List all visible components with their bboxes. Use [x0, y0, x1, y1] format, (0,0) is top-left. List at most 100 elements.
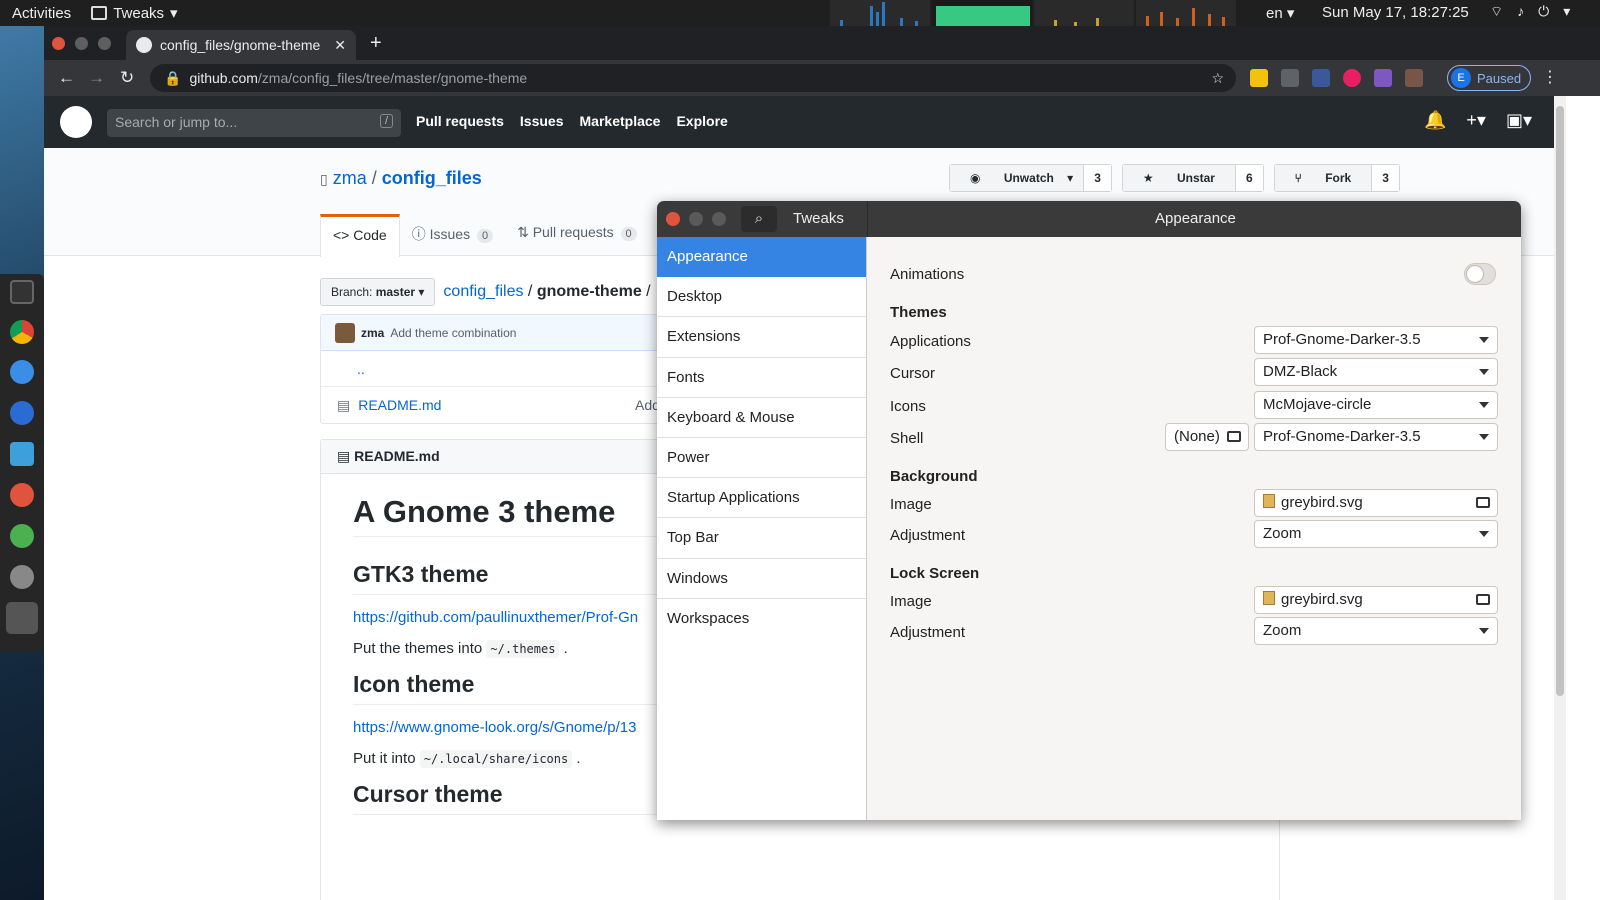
activities-button[interactable]: Activities — [0, 5, 83, 22]
sidebar-item-windows[interactable]: Windows — [657, 559, 866, 599]
close-window-button[interactable] — [52, 37, 65, 50]
close-window-button[interactable] — [666, 212, 680, 226]
tab-code[interactable]: <> Code — [320, 214, 400, 257]
repo-owner-link[interactable]: zma — [333, 168, 367, 188]
appearance-panel: Animations Themes Applications Prof-Gnom… — [868, 237, 1521, 820]
applications-theme-select[interactable]: Prof-Gnome-Darker-3.5 — [1254, 326, 1498, 354]
branch-selector[interactable]: Branch: master ▾ — [320, 278, 436, 306]
applications-label: Applications — [890, 333, 971, 350]
tab-pull-requests[interactable]: ⇅ Pull requests 0 — [505, 214, 649, 257]
user-avatar-menu[interactable]: ▣▾ — [1506, 110, 1532, 131]
address-bar[interactable]: 🔒 github.com/zma/config_files/tree/maste… — [150, 64, 1236, 92]
new-tab-button[interactable]: + — [370, 32, 382, 55]
repo-title-separator: / — [371, 168, 377, 188]
background-adjustment-select[interactable]: Zoom — [1254, 520, 1498, 548]
extension-chart-icon[interactable] — [1374, 69, 1392, 87]
shell-file-chooser[interactable]: (None) — [1165, 423, 1249, 451]
sidebar-item-appearance[interactable]: Appearance — [657, 237, 866, 278]
url-host: github.com — [189, 70, 258, 86]
search-input[interactable]: Search or jump to... / — [107, 109, 401, 137]
shell-theme-select[interactable]: Prof-Gnome-Darker-3.5 — [1254, 423, 1498, 451]
file-link[interactable]: README.md — [358, 397, 441, 413]
breadcrumb-root-link[interactable]: config_files — [443, 283, 523, 300]
notification-bell-icon[interactable]: 🔔 — [1424, 110, 1446, 131]
extension-color-icon[interactable] — [1343, 69, 1361, 87]
profile-button[interactable]: E Paused — [1447, 65, 1531, 91]
chrome-icon[interactable] — [10, 320, 34, 344]
fork-count[interactable]: 3 — [1371, 165, 1399, 191]
browser-tab[interactable]: config_files/gnome-theme ✕ — [126, 30, 356, 60]
commit-message[interactable]: Add theme combination — [390, 326, 516, 340]
icon-path-code: ~/.local/share/icons — [419, 750, 573, 768]
extension-css-icon[interactable] — [1312, 69, 1330, 87]
branch-name: master — [375, 285, 416, 299]
star-button[interactable]: ★ Unstar 6 — [1121, 164, 1264, 192]
commit-author[interactable]: zma — [361, 326, 384, 340]
icons-theme-select[interactable]: McMojave-circle — [1254, 391, 1498, 419]
thunderbird-icon[interactable] — [10, 401, 34, 425]
tweaks-app-icon[interactable] — [6, 602, 38, 634]
sidebar-item-startup-applications[interactable]: Startup Applications — [657, 478, 866, 519]
animations-toggle[interactable] — [1464, 263, 1496, 285]
minimize-window-button[interactable] — [75, 37, 88, 50]
sidebar-item-workspaces[interactable]: Workspaces — [657, 599, 866, 639]
app-menu[interactable]: Tweaks ▾ — [83, 4, 185, 22]
terminal-icon[interactable] — [10, 280, 34, 304]
toggle-knob — [1466, 265, 1484, 283]
system-monitor-graphs[interactable] — [830, 0, 1236, 26]
repo-name-link[interactable]: config_files — [382, 168, 482, 188]
extension-dark-icon[interactable] — [1281, 69, 1299, 87]
watch-count[interactable]: 3 — [1083, 165, 1111, 191]
repo-icon: ▯ — [320, 171, 328, 187]
create-new-button[interactable]: +▾ — [1466, 110, 1486, 131]
icon-theme-link[interactable]: https://www.gnome-look.org/s/Gnome/p/13 — [353, 719, 636, 736]
fork-button[interactable]: ⑂ Fork 3 — [1273, 164, 1400, 192]
watch-button[interactable]: ◉ Unwatch ▾ 3 — [949, 164, 1112, 192]
sidebar-item-top-bar[interactable]: Top Bar — [657, 518, 866, 559]
extension-bookmark-icon[interactable] — [1250, 69, 1268, 87]
nav-pull-requests[interactable]: Pull requests — [416, 113, 504, 129]
search-button[interactable]: ⌕ — [741, 206, 777, 232]
parent-dir-link[interactable]: .. — [357, 361, 365, 377]
settings-icon[interactable] — [10, 565, 34, 589]
media-player-icon[interactable] — [10, 524, 34, 548]
reload-button[interactable]: ↻ — [120, 68, 134, 88]
nav-explore[interactable]: Explore — [676, 113, 727, 129]
tab-issues[interactable]: ⓘ Issues 0 — [400, 214, 505, 257]
text-editor-icon[interactable] — [10, 483, 34, 507]
dropdown-arrow-icon — [1479, 369, 1489, 375]
maximize-window-button[interactable] — [712, 212, 726, 226]
scrollbar-thumb[interactable] — [1556, 106, 1564, 696]
browser-menu-button[interactable]: ⋮ — [1542, 67, 1558, 87]
language-indicator[interactable]: en ▾ — [1266, 4, 1294, 22]
system-menu[interactable]: ⌔ ♪ ⏻ ▾ — [1490, 3, 1570, 21]
bookmark-star-icon[interactable]: ☆ — [1211, 70, 1224, 87]
tweaks-page-title: Appearance — [1155, 210, 1236, 227]
extension-tool-icon[interactable] — [1405, 69, 1423, 87]
sidebar-item-keyboard-mouse[interactable]: Keyboard & Mouse — [657, 398, 866, 438]
github-logo-icon[interactable] — [60, 106, 92, 138]
close-icon[interactable]: ✕ — [334, 37, 346, 54]
forward-button[interactable]: → — [88, 68, 105, 88]
mail-icon[interactable] — [10, 360, 34, 384]
lock-image-chooser[interactable]: greybird.svg — [1254, 586, 1498, 614]
folder-icon — [1476, 497, 1490, 508]
minimize-window-button[interactable] — [689, 212, 703, 226]
lock-adjustment-select[interactable]: Zoom — [1254, 617, 1498, 645]
cursor-theme-select[interactable]: DMZ-Black — [1254, 358, 1498, 386]
page-scrollbar[interactable] — [1554, 96, 1566, 900]
star-count[interactable]: 6 — [1234, 165, 1263, 191]
nav-marketplace[interactable]: Marketplace — [580, 113, 661, 129]
sidebar-item-extensions[interactable]: Extensions — [657, 317, 866, 358]
cpu-graph — [830, 0, 930, 26]
gtk-theme-link[interactable]: https://github.com/paullinuxthemer/Prof-… — [353, 609, 638, 626]
virtualbox-icon[interactable] — [10, 442, 34, 466]
clock[interactable]: Sun May 17, 18:27:25 — [1322, 4, 1469, 21]
sidebar-item-power[interactable]: Power — [657, 438, 866, 479]
background-image-chooser[interactable]: greybird.svg — [1254, 489, 1498, 517]
back-button[interactable]: ← — [58, 68, 75, 88]
maximize-window-button[interactable] — [98, 37, 111, 50]
sidebar-item-desktop[interactable]: Desktop — [657, 277, 866, 318]
sidebar-item-fonts[interactable]: Fonts — [657, 358, 866, 398]
nav-issues[interactable]: Issues — [520, 113, 564, 129]
